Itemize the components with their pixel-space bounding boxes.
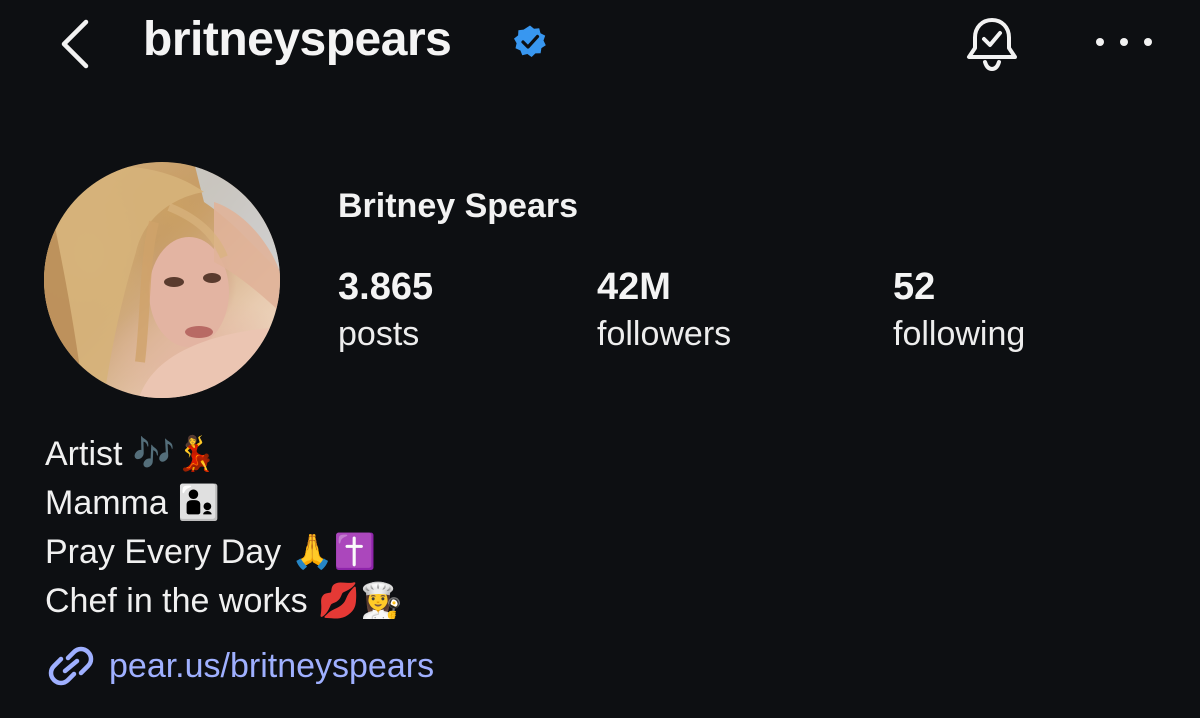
bio-line-emoji: 💋👩‍🍳 bbox=[317, 582, 403, 620]
posts-count[interactable]: 3.865 posts bbox=[338, 262, 433, 356]
profile-photo bbox=[44, 162, 280, 398]
bio-line-text: Chef in the works bbox=[45, 582, 308, 620]
profile-link-text: pear.us/britneyspears bbox=[109, 646, 435, 685]
profile-avatar[interactable] bbox=[44, 162, 280, 398]
followers-count-value: 42M bbox=[597, 266, 671, 308]
bio-line-emoji: 🎶💃 bbox=[132, 435, 218, 473]
followers-count-label: followers bbox=[597, 315, 732, 353]
bio-line-text: Pray Every Day bbox=[45, 533, 282, 571]
profile-username: britneyspears bbox=[143, 13, 452, 66]
bio-line: Pray Every Day 🙏✝️ bbox=[45, 528, 402, 577]
verified-badge-icon bbox=[514, 25, 546, 57]
bio-line: Mamma 👨‍👦 bbox=[45, 479, 402, 528]
profile-link[interactable]: pear.us/britneyspears bbox=[45, 640, 434, 692]
bio-line-emoji: 🙏✝️ bbox=[291, 533, 376, 571]
more-options-button[interactable] bbox=[1096, 22, 1152, 62]
bio-line: Chef in the works 💋👩‍🍳 bbox=[45, 577, 402, 626]
chevron-left-icon bbox=[61, 19, 89, 69]
following-count[interactable]: 52 following bbox=[893, 262, 1025, 356]
link-icon bbox=[48, 646, 94, 686]
posts-count-label: posts bbox=[338, 315, 420, 353]
posts-count-value: 3.865 bbox=[338, 266, 434, 308]
more-horizontal-icon bbox=[1096, 38, 1104, 46]
following-count-label: following bbox=[893, 315, 1026, 353]
following-count-value: 52 bbox=[893, 266, 936, 308]
bio-line: Artist 🎶💃 bbox=[45, 430, 402, 479]
bell-check-icon bbox=[967, 18, 1017, 72]
bio-line-text: Artist bbox=[45, 435, 123, 473]
profile-bio: Artist 🎶💃 Mamma 👨‍👦 Pray Every Day 🙏✝️ C… bbox=[45, 430, 402, 626]
profile-full-name: Britney Spears bbox=[338, 187, 578, 225]
bio-line-text: Mamma bbox=[45, 484, 168, 522]
notifications-button[interactable] bbox=[960, 12, 1024, 76]
followers-count[interactable]: 42M followers bbox=[597, 262, 731, 356]
back-button[interactable] bbox=[52, 14, 100, 74]
more-horizontal-icon bbox=[1144, 38, 1152, 46]
profile-header: britneyspears bbox=[0, 0, 1200, 90]
more-horizontal-icon bbox=[1120, 38, 1128, 46]
bio-line-emoji: 👨‍👦 bbox=[177, 484, 221, 522]
